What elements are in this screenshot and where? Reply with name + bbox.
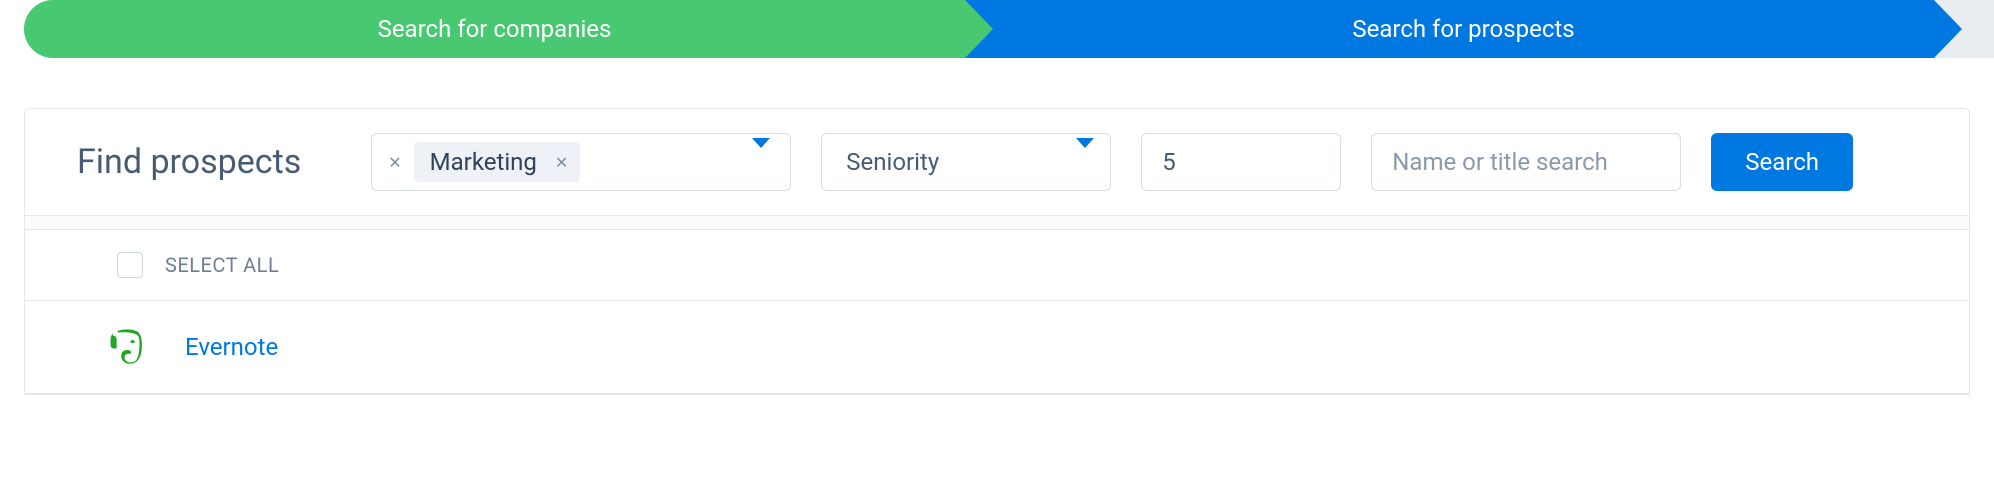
step-search-prospects[interactable]: Search for prospects: [965, 0, 1934, 58]
panel-title: Find prospects: [77, 142, 301, 182]
tag-marketing: Marketing ✕: [414, 142, 581, 182]
step-label: Search for prospects: [1352, 15, 1574, 43]
count-input[interactable]: [1162, 148, 1320, 176]
tag-label: Marketing: [430, 148, 537, 176]
name-title-search-field[interactable]: [1371, 133, 1681, 191]
step-label: Search for companies: [378, 15, 612, 43]
clear-all-tags-icon[interactable]: ✕: [382, 153, 407, 172]
step-search-companies[interactable]: Search for companies: [24, 0, 965, 58]
search-button[interactable]: Search: [1711, 133, 1853, 191]
divider-gap: [25, 216, 1969, 230]
select-all-row: SELECT ALL: [25, 230, 1969, 301]
department-tag-field[interactable]: ✕ Marketing ✕: [371, 133, 791, 191]
chevron-down-icon: [1076, 148, 1094, 176]
filter-row: Find prospects ✕ Marketing ✕ Seniority S: [25, 109, 1969, 216]
progress-steps: Search for companies Search for prospect…: [0, 0, 1994, 58]
result-row[interactable]: Evernote: [25, 301, 1969, 394]
name-title-search-input[interactable]: [1392, 148, 1660, 176]
seniority-select[interactable]: Seniority: [821, 133, 1111, 191]
chevron-down-icon[interactable]: [752, 148, 770, 176]
prospects-panel: Find prospects ✕ Marketing ✕ Seniority S: [24, 108, 1970, 395]
evernote-icon: [105, 327, 145, 367]
select-all-label: SELECT ALL: [165, 253, 279, 277]
select-label: Seniority: [846, 148, 939, 176]
count-field[interactable]: [1141, 133, 1341, 191]
select-all-checkbox[interactable]: [117, 252, 143, 278]
remove-tag-icon[interactable]: ✕: [555, 153, 568, 172]
result-name-link[interactable]: Evernote: [185, 333, 278, 361]
